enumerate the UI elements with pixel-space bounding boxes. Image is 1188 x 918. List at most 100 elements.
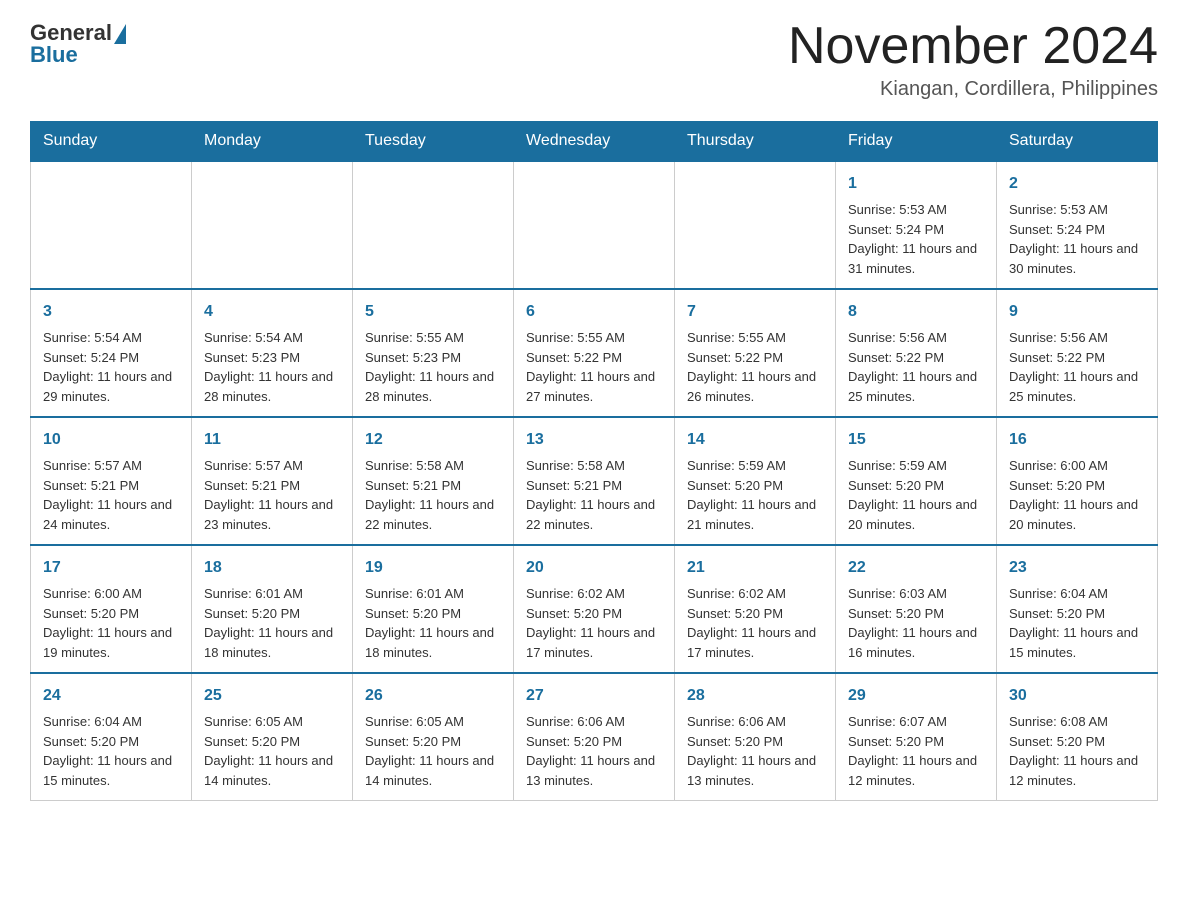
day-info: Sunrise: 5:57 AMSunset: 5:21 PMDaylight:… — [204, 456, 340, 534]
page-header: General Blue November 2024 Kiangan, Cord… — [30, 20, 1158, 101]
day-number: 9 — [1009, 300, 1145, 324]
day-info: Sunrise: 5:53 AMSunset: 5:24 PMDaylight:… — [848, 200, 984, 278]
day-info: Sunrise: 6:05 AMSunset: 5:20 PMDaylight:… — [365, 712, 501, 790]
day-info: Sunrise: 5:55 AMSunset: 5:23 PMDaylight:… — [365, 328, 501, 406]
day-number: 12 — [365, 428, 501, 452]
day-info: Sunrise: 6:03 AMSunset: 5:20 PMDaylight:… — [848, 584, 984, 662]
day-number: 14 — [687, 428, 823, 452]
day-info: Sunrise: 6:00 AMSunset: 5:20 PMDaylight:… — [1009, 456, 1145, 534]
day-info: Sunrise: 6:04 AMSunset: 5:20 PMDaylight:… — [43, 712, 179, 790]
day-number: 15 — [848, 428, 984, 452]
month-title: November 2024 — [788, 20, 1158, 72]
day-number: 4 — [204, 300, 340, 324]
calendar-cell: 16 Sunrise: 6:00 AMSunset: 5:20 PMDayligh… — [997, 417, 1158, 545]
day-number: 28 — [687, 684, 823, 708]
col-wednesday: Wednesday — [514, 122, 675, 162]
calendar-cell: 30 Sunrise: 6:08 AMSunset: 5:20 PMDayligh… — [997, 673, 1158, 801]
day-number: 17 — [43, 556, 179, 580]
day-number: 24 — [43, 684, 179, 708]
title-section: November 2024 Kiangan, Cordillera, Phili… — [788, 20, 1158, 101]
calendar-cell: 18 Sunrise: 6:01 AMSunset: 5:20 PMDayligh… — [192, 545, 353, 673]
calendar-cell: 6 Sunrise: 5:55 AMSunset: 5:22 PMDaylight… — [514, 289, 675, 417]
day-info: Sunrise: 6:00 AMSunset: 5:20 PMDaylight:… — [43, 584, 179, 662]
day-info: Sunrise: 5:58 AMSunset: 5:21 PMDaylight:… — [365, 456, 501, 534]
day-info: Sunrise: 5:54 AMSunset: 5:24 PMDaylight:… — [43, 328, 179, 406]
day-info: Sunrise: 6:07 AMSunset: 5:20 PMDaylight:… — [848, 712, 984, 790]
day-number: 18 — [204, 556, 340, 580]
day-number: 8 — [848, 300, 984, 324]
col-tuesday: Tuesday — [353, 122, 514, 162]
day-info: Sunrise: 5:59 AMSunset: 5:20 PMDaylight:… — [687, 456, 823, 534]
day-info: Sunrise: 6:06 AMSunset: 5:20 PMDaylight:… — [687, 712, 823, 790]
logo-triangle-icon — [114, 24, 126, 44]
location-subtitle: Kiangan, Cordillera, Philippines — [788, 78, 1158, 101]
day-info: Sunrise: 5:56 AMSunset: 5:22 PMDaylight:… — [848, 328, 984, 406]
calendar-week-2: 3 Sunrise: 5:54 AMSunset: 5:24 PMDaylight… — [31, 289, 1158, 417]
col-thursday: Thursday — [675, 122, 836, 162]
calendar-cell: 4Sunrise: 5:54 AMSunset: 5:23 PMDaylight… — [192, 289, 353, 417]
day-info: Sunrise: 5:58 AMSunset: 5:21 PMDaylight:… — [526, 456, 662, 534]
calendar-cell: 17 Sunrise: 6:00 AMSunset: 5:20 PMDayligh… — [31, 545, 192, 673]
day-number: 10 — [43, 428, 179, 452]
day-info: Sunrise: 6:01 AMSunset: 5:20 PMDaylight:… — [204, 584, 340, 662]
day-info: Sunrise: 6:02 AMSunset: 5:20 PMDaylight:… — [526, 584, 662, 662]
calendar-cell: 24 Sunrise: 6:04 AMSunset: 5:20 PMDayligh… — [31, 673, 192, 801]
calendar-cell: 29 Sunrise: 6:07 AMSunset: 5:20 PMDayligh… — [836, 673, 997, 801]
calendar-cell: 10 Sunrise: 5:57 AMSunset: 5:21 PMDayligh… — [31, 417, 192, 545]
day-number: 19 — [365, 556, 501, 580]
day-number: 6 — [526, 300, 662, 324]
calendar-cell: 19 Sunrise: 6:01 AMSunset: 5:20 PMDayligh… — [353, 545, 514, 673]
calendar-cell: 26Sunrise: 6:05 AMSunset: 5:20 PMDayligh… — [353, 673, 514, 801]
calendar-cell — [192, 161, 353, 289]
day-info: Sunrise: 6:06 AMSunset: 5:20 PMDaylight:… — [526, 712, 662, 790]
calendar-cell: 25Sunrise: 6:05 AMSunset: 5:20 PMDayligh… — [192, 673, 353, 801]
calendar-cell: 7 Sunrise: 5:55 AMSunset: 5:22 PMDaylight… — [675, 289, 836, 417]
calendar-cell: 11Sunrise: 5:57 AMSunset: 5:21 PMDayligh… — [192, 417, 353, 545]
calendar-header: Sunday Monday Tuesday Wednesday Thursday… — [31, 122, 1158, 162]
header-row: Sunday Monday Tuesday Wednesday Thursday… — [31, 122, 1158, 162]
day-info: Sunrise: 5:53 AMSunset: 5:24 PMDaylight:… — [1009, 200, 1145, 278]
logo-blue-text: Blue — [30, 42, 78, 68]
day-info: Sunrise: 6:08 AMSunset: 5:20 PMDaylight:… — [1009, 712, 1145, 790]
calendar-week-4: 17 Sunrise: 6:00 AMSunset: 5:20 PMDayligh… — [31, 545, 1158, 673]
day-number: 13 — [526, 428, 662, 452]
day-info: Sunrise: 5:56 AMSunset: 5:22 PMDaylight:… — [1009, 328, 1145, 406]
col-friday: Friday — [836, 122, 997, 162]
calendar-cell — [514, 161, 675, 289]
day-info: Sunrise: 6:04 AMSunset: 5:20 PMDaylight:… — [1009, 584, 1145, 662]
calendar-cell: 1 Sunrise: 5:53 AMSunset: 5:24 PMDaylight… — [836, 161, 997, 289]
day-info: Sunrise: 5:55 AMSunset: 5:22 PMDaylight:… — [526, 328, 662, 406]
calendar-cell: 13 Sunrise: 5:58 AMSunset: 5:21 PMDayligh… — [514, 417, 675, 545]
col-saturday: Saturday — [997, 122, 1158, 162]
day-number: 27 — [526, 684, 662, 708]
day-number: 25 — [204, 684, 340, 708]
day-number: 23 — [1009, 556, 1145, 580]
day-number: 1 — [848, 172, 984, 196]
calendar-cell: 23 Sunrise: 6:04 AMSunset: 5:20 PMDayligh… — [997, 545, 1158, 673]
day-info: Sunrise: 6:01 AMSunset: 5:20 PMDaylight:… — [365, 584, 501, 662]
day-number: 5 — [365, 300, 501, 324]
calendar-body: 1 Sunrise: 5:53 AMSunset: 5:24 PMDaylight… — [31, 161, 1158, 801]
calendar-cell: 8 Sunrise: 5:56 AMSunset: 5:22 PMDaylight… — [836, 289, 997, 417]
day-number: 7 — [687, 300, 823, 324]
calendar-cell: 21Sunrise: 6:02 AMSunset: 5:20 PMDayligh… — [675, 545, 836, 673]
calendar-cell: 27 Sunrise: 6:06 AMSunset: 5:20 PMDayligh… — [514, 673, 675, 801]
day-number: 3 — [43, 300, 179, 324]
day-number: 16 — [1009, 428, 1145, 452]
calendar-table: Sunday Monday Tuesday Wednesday Thursday… — [30, 121, 1158, 801]
calendar-cell — [353, 161, 514, 289]
calendar-cell: 9 Sunrise: 5:56 AMSunset: 5:22 PMDaylight… — [997, 289, 1158, 417]
calendar-cell: 12 Sunrise: 5:58 AMSunset: 5:21 PMDayligh… — [353, 417, 514, 545]
day-info: Sunrise: 5:55 AMSunset: 5:22 PMDaylight:… — [687, 328, 823, 406]
day-info: Sunrise: 5:57 AMSunset: 5:21 PMDaylight:… — [43, 456, 179, 534]
calendar-cell: 22Sunrise: 6:03 AMSunset: 5:20 PMDayligh… — [836, 545, 997, 673]
day-info: Sunrise: 5:59 AMSunset: 5:20 PMDaylight:… — [848, 456, 984, 534]
day-info: Sunrise: 6:02 AMSunset: 5:20 PMDaylight:… — [687, 584, 823, 662]
calendar-cell — [675, 161, 836, 289]
calendar-cell: 15 Sunrise: 5:59 AMSunset: 5:20 PMDayligh… — [836, 417, 997, 545]
day-number: 29 — [848, 684, 984, 708]
day-number: 30 — [1009, 684, 1145, 708]
logo: General Blue — [30, 20, 126, 68]
calendar-week-3: 10 Sunrise: 5:57 AMSunset: 5:21 PMDayligh… — [31, 417, 1158, 545]
calendar-cell: 28 Sunrise: 6:06 AMSunset: 5:20 PMDayligh… — [675, 673, 836, 801]
